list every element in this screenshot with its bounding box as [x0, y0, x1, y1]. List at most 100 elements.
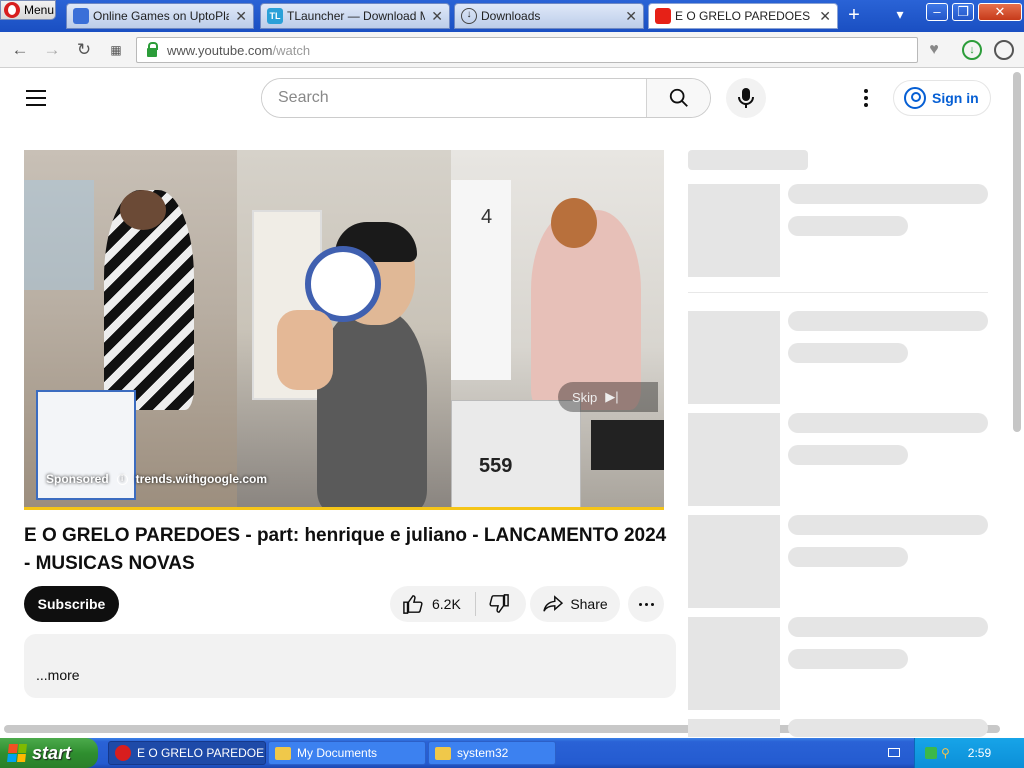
skeleton-line [788, 216, 908, 236]
folder-icon [275, 746, 291, 760]
tab-close-icon[interactable]: ✕ [235, 8, 247, 25]
tab-close-icon[interactable]: ✕ [625, 8, 637, 25]
skeleton-line [788, 617, 988, 637]
address-field[interactable]: www.youtube.com/watch [136, 37, 918, 63]
tab-tlauncher[interactable]: TL TLauncher — Download Mine ✕ [260, 3, 450, 29]
taskbar-item-system32[interactable]: system32 [428, 741, 556, 765]
description-more-link[interactable]: ...more [36, 667, 80, 683]
menu-label: Menu [24, 3, 55, 17]
folder-icon [435, 746, 451, 760]
heart-icon[interactable]: ♥ [924, 40, 944, 60]
skeleton-thumbnail [688, 515, 780, 608]
skeleton-line [788, 649, 908, 669]
sign-in-label: Sign in [932, 90, 979, 106]
skeleton-thumbnail [688, 719, 780, 737]
skip-ad-button[interactable]: Skip ▶| [558, 382, 658, 412]
tab-downloads[interactable]: ↓ Downloads ✕ [454, 3, 644, 29]
windows-logo-icon [7, 744, 27, 762]
like-count: 6.2K [432, 596, 461, 612]
share-button[interactable]: Share [530, 586, 620, 622]
new-tab-icon[interactable]: + [844, 5, 864, 26]
download-manager-icon[interactable]: ↓ [962, 40, 982, 60]
task-label: system32 [457, 746, 509, 760]
skeleton-line [788, 413, 988, 433]
taskbar-item-opera[interactable]: E O GRELO PAREDOE... [108, 741, 266, 765]
forward-icon[interactable]: → [42, 40, 62, 60]
youtube-header: Sign in [0, 70, 1012, 126]
network-icon[interactable] [925, 747, 937, 759]
tab-close-icon[interactable]: ✕ [431, 8, 443, 25]
reload-icon[interactable]: ↻ [74, 40, 94, 60]
ad-frame-left [24, 150, 237, 508]
start-label: start [32, 742, 72, 763]
search-input[interactable] [262, 79, 646, 117]
tab-label: E O GRELO PAREDOES - part [675, 9, 813, 23]
url-domain: www.youtube.com [167, 42, 273, 58]
tab-youtube[interactable]: E O GRELO PAREDOES - part ✕ [648, 3, 838, 29]
microphone-icon [738, 88, 754, 108]
tlauncher-icon: TL [267, 8, 283, 24]
tab-close-icon[interactable]: ✕ [819, 8, 831, 25]
share-label: Share [570, 596, 608, 612]
ad-progress-bar[interactable] [24, 507, 664, 510]
thumbs-down-icon [489, 594, 509, 613]
ad-frame-center [237, 150, 451, 508]
skeleton-line [788, 515, 988, 535]
lock-icon [147, 41, 158, 57]
video-player[interactable]: 4 559 Sponsored i trends.withgoogle.com … [24, 150, 664, 508]
skeleton-line [788, 547, 908, 567]
subscribe-button[interactable]: Subscribe [24, 586, 119, 622]
address-toolbar: ← → ↻ ▦ www.youtube.com/watch ♥ ↓ [0, 32, 1024, 68]
skeleton-line [788, 184, 988, 204]
skeleton-chip [688, 150, 808, 170]
skeleton-line [788, 343, 908, 363]
account-icon[interactable] [994, 40, 1014, 60]
minimize-icon[interactable]: – [926, 3, 948, 21]
share-icon [543, 595, 564, 612]
tab-label: Online Games on UptoPlay — [93, 9, 230, 23]
description-box[interactable]: ...more [24, 634, 676, 698]
browser-tabbar: Menu Online Games on UptoPlay — ✕ TL TLa… [0, 0, 1024, 32]
search-button[interactable] [646, 79, 710, 117]
window-close-icon[interactable]: ✕ [978, 3, 1022, 21]
skeleton-line [788, 445, 908, 465]
ad-frame-right: 4 559 [451, 150, 664, 508]
taskbar-item-my-documents[interactable]: My Documents [268, 741, 426, 765]
search-box [261, 78, 711, 118]
skip-next-icon: ▶| [605, 389, 619, 404]
more-actions-icon[interactable] [628, 586, 664, 622]
tab-label: TLauncher — Download Mine [287, 9, 426, 23]
advertiser-link[interactable]: trends.withgoogle.com [136, 472, 267, 486]
youtube-icon [655, 8, 671, 24]
clock[interactable]: 2:59 [968, 746, 991, 760]
search-tray-icon[interactable]: ⚲ [941, 746, 950, 760]
skeleton-thumbnail [688, 617, 780, 710]
maximize-icon[interactable]: ❐ [952, 3, 974, 21]
start-button[interactable]: start [0, 738, 98, 768]
keyboard-icon[interactable] [888, 748, 900, 757]
thumbs-up-icon [403, 595, 423, 614]
tab-uptoplay[interactable]: Online Games on UptoPlay — ✕ [66, 3, 254, 29]
hamburger-menu-icon[interactable] [26, 90, 46, 106]
vertical-scrollbar[interactable] [1013, 72, 1021, 432]
dislike-button[interactable] [476, 594, 510, 614]
info-icon[interactable]: i [116, 473, 128, 485]
tab-label: Downloads [481, 9, 541, 23]
like-dislike-group: 6.2K [390, 586, 526, 622]
download-icon: ↓ [461, 8, 477, 24]
user-circle-icon [904, 87, 926, 109]
skeleton-thumbnail [688, 311, 780, 404]
opera-logo-icon [4, 2, 20, 18]
back-icon[interactable]: ← [10, 40, 30, 60]
like-button[interactable]: 6.2K [390, 592, 476, 616]
skeleton-line [788, 311, 988, 331]
opera-menu-button[interactable]: Menu [0, 0, 56, 20]
task-label: My Documents [297, 746, 378, 760]
skip-label: Skip [572, 389, 598, 405]
ad-sponsored-label: Sponsored i trends.withgoogle.com [46, 472, 267, 486]
tab-list-icon[interactable]: ▾ [888, 6, 912, 26]
sign-in-button[interactable]: Sign in [893, 80, 991, 116]
speed-dial-icon[interactable]: ▦ [106, 40, 126, 60]
voice-search-button[interactable] [726, 78, 766, 118]
settings-kebab-icon[interactable] [854, 84, 878, 112]
